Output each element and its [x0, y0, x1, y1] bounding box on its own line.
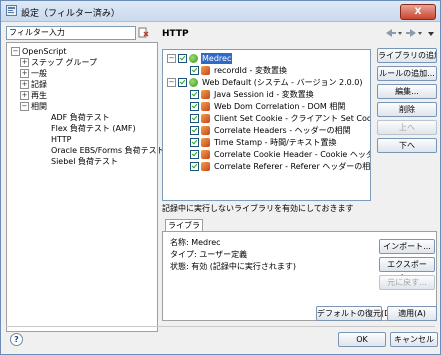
preferences-window: 設定（フィルター済み） X フィルター入力 − OpenScript + ステップ グ…	[0, 0, 441, 355]
rule-icon	[201, 138, 210, 147]
collapse-icon[interactable]: −	[167, 54, 176, 63]
library-tree[interactable]: − Medrec recordId - 変数置換 − Web Default (システム…	[162, 49, 371, 201]
library-icon	[189, 54, 198, 63]
library-tree-label: Correlate Headers - ヘッダーの相関	[214, 126, 351, 135]
export-button[interactable]: エクスポート...	[379, 257, 435, 282]
library-tree-label: Client Set Cookie - クライアント Set Cookie	[214, 114, 371, 123]
import-button[interactable]: インポート...	[379, 239, 435, 254]
title-bar: 設定（フィルター済み） X	[1, 1, 440, 22]
tree-item-label: Oracle EBS/Forms 負荷テスト	[51, 146, 165, 155]
enabled-checkbox[interactable]	[190, 162, 199, 171]
collapse-icon[interactable]: −	[167, 78, 176, 87]
move-up-button[interactable]: 上へ	[377, 120, 437, 135]
back-dropdown-icon[interactable]	[398, 32, 402, 35]
library-tree-label: Web Dom Correlation - DOM 相関	[214, 102, 346, 111]
enabled-checkbox[interactable]	[190, 66, 199, 75]
expand-icon[interactable]: +	[20, 58, 29, 67]
enable-libraries-label: 記録中に実行しないライブラリを有効にしておきます	[162, 204, 354, 213]
enabled-checkbox[interactable]	[178, 54, 187, 63]
tree-item-label: ADF 負荷テスト	[51, 113, 110, 122]
library-icon	[189, 78, 198, 87]
enabled-checkbox[interactable]	[178, 78, 187, 87]
close-button[interactable]: X	[400, 4, 436, 20]
collapse-icon[interactable]: −	[11, 47, 20, 56]
rule-icon	[201, 66, 210, 75]
library-tree-label: Correlate Cookie Header - Cookie ヘッダーの相	[214, 150, 370, 159]
collapse-icon[interactable]: −	[20, 102, 29, 111]
enabled-checkbox[interactable]	[190, 138, 199, 147]
view-menu-icon[interactable]	[428, 32, 434, 36]
filter-input[interactable]: フィルター入力	[6, 26, 136, 40]
window-title: 設定（フィルター済み）	[21, 9, 120, 19]
enabled-checkbox[interactable]	[190, 102, 199, 111]
library-name: 名称: Medrec	[170, 238, 221, 247]
enable-libraries-checkbox[interactable]: 記録中に実行しないライブラリを有効にしておきます	[162, 203, 354, 214]
expand-icon[interactable]: +	[20, 91, 29, 100]
footer-separator	[6, 326, 435, 327]
expand-icon[interactable]: +	[20, 80, 29, 89]
history-nav	[386, 29, 434, 37]
library-tree-label: Java Session id - 変数置換	[214, 90, 314, 99]
close-icon: X	[414, 7, 422, 17]
library-type: タイプ: ユーザー定義	[170, 250, 248, 259]
clear-filter-icon[interactable]	[138, 27, 149, 38]
tree-item-label: 一般	[31, 69, 47, 78]
library-tree-label: Correlate Referer - Referer ヘッダーの相関	[214, 162, 371, 171]
apply-button[interactable]: 適用(A)	[387, 306, 437, 321]
move-down-button[interactable]: 下へ	[377, 138, 437, 153]
tree-item-label: OpenScript	[22, 47, 67, 56]
library-tree-label: Time Stamp - 時間/テキスト置換	[214, 138, 337, 147]
library-tree-label: Web Default (システム - バージョン 2.0.0)	[202, 78, 363, 87]
add-rule-button[interactable]: ルールの追加...	[377, 66, 437, 81]
forward-arrow-icon[interactable]	[406, 29, 416, 37]
tree-item-label: 記録	[31, 80, 47, 89]
delete-button[interactable]: 削除	[377, 102, 437, 117]
page-title: HTTP	[162, 29, 189, 39]
tree-item-label: HTTP	[51, 134, 72, 145]
tree-item-label: Siebel 負荷テスト	[51, 157, 118, 166]
back-arrow-icon[interactable]	[386, 29, 396, 37]
rule-icon	[201, 102, 210, 111]
rule-icon	[201, 150, 210, 159]
library-tree-label: recordId - 変数置換	[214, 66, 287, 75]
preferences-icon	[6, 5, 17, 16]
cancel-button[interactable]: キャンセル	[390, 332, 438, 347]
enabled-checkbox[interactable]	[190, 150, 199, 159]
dialog-body: フィルター入力 − OpenScript + ステップ グループ + 一般 + 記録 + 再生 − 相…	[2, 22, 439, 353]
rule-icon	[201, 114, 210, 123]
edit-button[interactable]: 編集...	[377, 84, 437, 99]
rule-icon	[201, 90, 210, 99]
restore-button[interactable]: 元に戻す...	[379, 275, 435, 290]
tree-item-label: 相関	[31, 102, 47, 111]
library-status: 状態: 有効 (記録中に実行されます)	[170, 262, 297, 271]
add-library-button[interactable]: ライブラリの追加...	[377, 48, 437, 63]
tree-item-label: 再生	[31, 91, 47, 100]
tree-item-label: Flex 負荷テスト (AMF)	[51, 124, 136, 133]
library-tree-label: Medrec	[201, 53, 233, 64]
ok-button[interactable]: OK	[338, 332, 386, 347]
enabled-checkbox[interactable]	[190, 114, 199, 123]
expand-icon[interactable]: +	[20, 69, 29, 78]
tree-item-label: ステップ グループ	[31, 58, 98, 67]
enabled-checkbox[interactable]	[190, 126, 199, 135]
forward-dropdown-icon[interactable]	[418, 32, 422, 35]
preferences-tree[interactable]: − OpenScript + ステップ グループ + 一般 + 記録 + 再生 − 相関 ADF 負荷テ…	[6, 42, 165, 332]
rule-icon	[201, 126, 210, 135]
rule-icon	[201, 162, 210, 171]
help-icon[interactable]: ?	[10, 333, 23, 346]
restore-defaults-button[interactable]: デフォルトの復元(D)	[316, 306, 393, 321]
enabled-checkbox[interactable]	[190, 90, 199, 99]
